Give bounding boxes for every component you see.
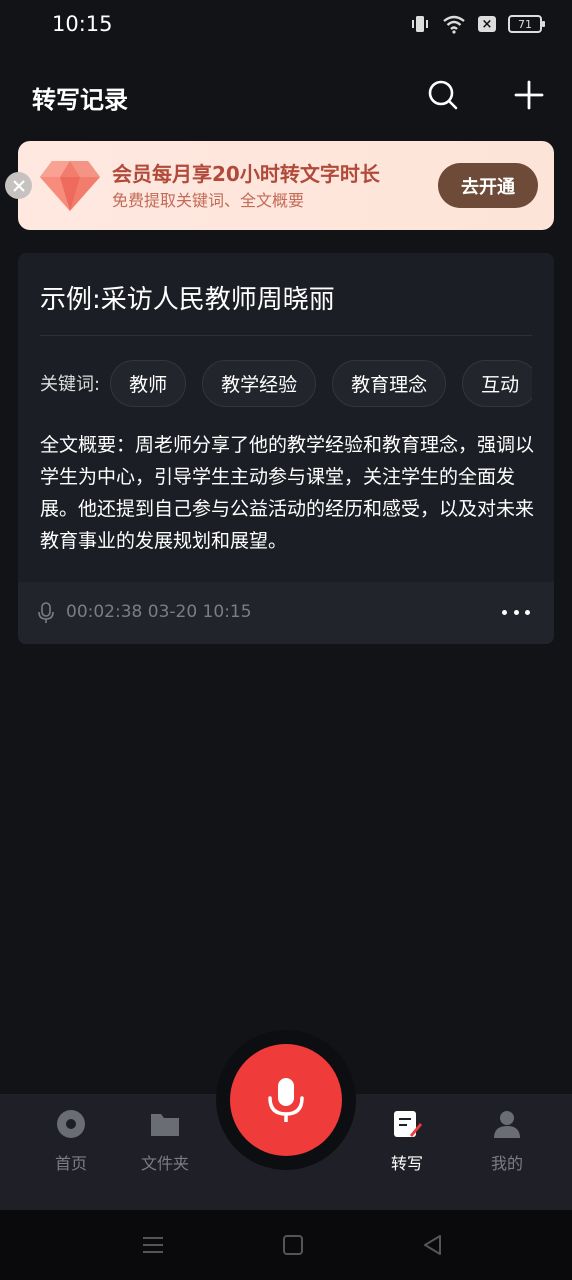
status-bar: 10:15 × 71: [0, 0, 572, 50]
keywords-label: 关键词:: [40, 374, 101, 395]
nav-label: 转写: [390, 1154, 423, 1173]
more-options-button[interactable]: [502, 604, 530, 620]
diamond-icon: [40, 161, 100, 211]
keyword-chip[interactable]: 互动: [462, 359, 532, 407]
mic-icon: [38, 602, 54, 623]
mic-icon: [268, 1078, 304, 1122]
activate-vip-button[interactable]: 去开通: [438, 163, 538, 208]
header: 转写记录: [0, 70, 572, 120]
promo-subtitle: 免费提取关键词、全文概要: [112, 191, 305, 210]
record-summary: 全文概要：周老师分享了他的教学经验和教育理念，强调以学生为中心，引导学生主动参与…: [40, 434, 535, 552]
divider: [40, 335, 532, 336]
vip-promo-banner[interactable]: 会员每月享20小时转文字时长 免费提取关键词、全文概要 去开通: [18, 141, 554, 230]
keyword-chip[interactable]: 教育理念: [332, 359, 447, 407]
nav-label: 我的: [490, 1154, 523, 1173]
menu-icon[interactable]: [140, 1232, 166, 1258]
note-edit-icon: [394, 1111, 422, 1137]
search-icon: [428, 80, 458, 110]
user-icon: [494, 1111, 520, 1138]
status-time: 10:15: [52, 12, 113, 36]
more-dot: [513, 609, 519, 615]
close-icon: [12, 179, 25, 192]
back-icon[interactable]: [420, 1232, 446, 1258]
nav-folder[interactable]: 文件夹: [125, 1108, 205, 1178]
nav-transcribe[interactable]: 转写: [367, 1108, 447, 1178]
no-sim-icon: ×: [478, 16, 496, 32]
keyword-chip[interactable]: 教学经验: [202, 359, 317, 407]
nav-profile[interactable]: 我的: [467, 1108, 547, 1178]
system-nav-bar: [0, 1210, 572, 1280]
record-card[interactable]: 示例:采访人民教师周晓丽 关键词: 教师 教学经验 教育理念 互动 全文概要：周…: [18, 253, 554, 644]
folder-icon: [151, 1114, 179, 1136]
record-meta: 00:02:38 03-20 10:15: [66, 602, 252, 622]
keyword-chip[interactable]: 教师: [110, 359, 187, 407]
battery-level: 71: [518, 17, 532, 31]
record-footer: 00:02:38 03-20 10:15: [18, 582, 554, 644]
battery-icon: 71: [508, 15, 545, 33]
plus-icon: [514, 80, 544, 110]
vibrate-icon: [412, 16, 428, 32]
more-dot: [525, 609, 530, 615]
close-promo-button[interactable]: [5, 172, 32, 199]
more-dot: [502, 609, 507, 615]
nav-label: 文件夹: [140, 1154, 189, 1173]
status-icons: × 71: [410, 14, 545, 34]
promo-title: 会员每月享20小时转文字时长: [112, 162, 380, 186]
search-button[interactable]: [424, 76, 462, 114]
record-title: 示例:采访人民教师周晓丽: [40, 285, 335, 315]
home-icon[interactable]: [280, 1232, 306, 1258]
page-title: 转写记录: [32, 86, 128, 114]
nav-label: 首页: [54, 1154, 87, 1173]
wifi-icon: [443, 15, 465, 34]
add-button[interactable]: [510, 76, 548, 114]
disc-icon: [57, 1110, 85, 1138]
nav-home[interactable]: 首页: [31, 1108, 111, 1178]
keywords-row: 关键词: 教师 教学经验 教育理念 互动: [40, 359, 532, 407]
record-button[interactable]: [230, 1044, 342, 1156]
